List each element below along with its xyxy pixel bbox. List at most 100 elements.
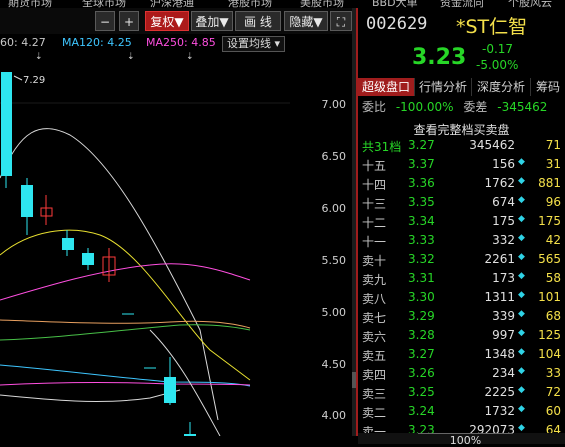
overlay-button[interactable]: 叠加▼: [191, 11, 233, 31]
level-volume: 332: [492, 233, 515, 247]
level-price: 3.27: [408, 138, 435, 152]
ma10-line: [0, 229, 251, 381]
order-book-row[interactable]: 卖三 3.25 2225 ◆ 72: [358, 385, 565, 402]
zoom-in-button[interactable]: +: [119, 11, 139, 31]
diamond-icon: ◆: [518, 404, 525, 414]
diamond-icon: ◆: [518, 385, 525, 395]
level-price: 3.28: [408, 328, 435, 342]
tab-market-analysis[interactable]: 行情分析: [415, 78, 472, 96]
ma-settings-dropdown[interactable]: 设置均线 ▾: [222, 36, 286, 52]
diamond-icon: ◆: [518, 233, 525, 243]
level-label: 卖九: [362, 273, 387, 287]
y-tick: 6.50: [321, 150, 347, 163]
full-book-link[interactable]: 查看完整档买卖盘: [358, 121, 565, 138]
nav-global[interactable]: 全球市场: [82, 0, 126, 8]
kline-chart[interactable]: 7.29: [0, 60, 290, 436]
diamond-icon: ◆: [518, 328, 525, 338]
level-volume: 2225: [484, 385, 515, 399]
level-price: 3.27: [408, 347, 435, 361]
price-change-pct: -5.00%: [476, 58, 519, 72]
order-book-row[interactable]: 共31档 3.27 345462 71: [358, 138, 565, 155]
hide-button[interactable]: 隐藏▼: [284, 11, 328, 31]
weicha-value: -345462: [497, 100, 548, 114]
diamond-icon: ◆: [518, 309, 525, 319]
diamond-icon: ◆: [518, 366, 525, 376]
order-book-row[interactable]: 十一 3.33 332 ◆ 42: [358, 233, 565, 250]
last-price: 3.23: [412, 45, 467, 70]
order-book-row[interactable]: 卖五 3.27 1348 ◆ 104: [358, 347, 565, 364]
level-price: 3.29: [408, 309, 435, 323]
order-book-row[interactable]: 十五 3.37 156 ◆ 31: [358, 157, 565, 174]
level-count: 96: [545, 195, 561, 209]
nav-connect[interactable]: 沪深港通: [150, 0, 194, 8]
ma60-line: [0, 324, 251, 341]
nav-bbd[interactable]: BBD大单: [372, 0, 418, 8]
zoom-out-button[interactable]: −: [95, 11, 115, 31]
y-tick: 4.00: [321, 409, 347, 422]
fullscreen-icon[interactable]: ⛶: [330, 11, 352, 31]
level-price: 3.24: [408, 404, 435, 418]
level-volume: 234: [492, 366, 515, 380]
level-label: 卖五: [362, 349, 387, 363]
nav-hk[interactable]: 港股市场: [228, 0, 272, 8]
level-volume: 2261: [484, 252, 515, 266]
toolbar-gap: [142, 11, 144, 31]
level-label: 十一: [362, 235, 387, 249]
ma30-line: [0, 319, 251, 329]
level-count: 72: [545, 385, 561, 399]
diamond-icon: ◆: [518, 214, 525, 224]
chart-toolbar: − + 复权▼ 叠加▼ 画 线 隐藏▼ ⛶: [0, 8, 356, 34]
level-price: 3.33: [408, 233, 435, 247]
level-label: 卖十: [362, 254, 387, 268]
diamond-icon: ◆: [518, 176, 525, 186]
level-count: 42: [545, 233, 561, 247]
y-tick: 5.00: [321, 306, 347, 319]
level-volume: 674: [492, 195, 515, 209]
nav-fundflow[interactable]: 资金流向: [440, 0, 484, 8]
diamond-icon: ◆: [518, 290, 525, 300]
weibi-value: -100.00%: [395, 100, 454, 114]
draw-line-button[interactable]: 画 线: [235, 11, 281, 31]
level-volume: 156: [492, 157, 515, 171]
candle-down: [82, 253, 94, 265]
order-book-row[interactable]: 卖八 3.30 1311 ◆ 101: [358, 290, 565, 307]
order-book-row[interactable]: 卖十 3.32 2261 ◆ 565: [358, 252, 565, 269]
level-label: 卖三: [362, 387, 387, 401]
tab-deep-analysis[interactable]: 深度分析: [472, 78, 531, 96]
order-book-row[interactable]: 十二 3.34 175 ◆ 175: [358, 214, 565, 231]
level-count: 125: [538, 328, 561, 342]
diamond-icon: ◆: [518, 347, 525, 357]
level-count: 565: [538, 252, 561, 266]
fuquan-button[interactable]: 复权▼: [145, 11, 189, 31]
level-volume: 1311: [484, 290, 515, 304]
high-price-label: 7.29: [23, 75, 45, 86]
ma120-value: MA120: 4.25: [62, 36, 132, 49]
ma-white-line: [0, 389, 181, 402]
nav-futures[interactable]: 期货市场: [8, 0, 52, 8]
ratio-percent: 100%: [418, 433, 513, 447]
tab-chips[interactable]: 筹码: [531, 78, 565, 96]
level-price: 3.26: [408, 366, 435, 380]
level-label: 十五: [362, 159, 387, 173]
order-book-row[interactable]: 十三 3.35 674 ◆ 96: [358, 195, 565, 212]
tab-super-book[interactable]: 超级盘口: [358, 78, 415, 96]
level-count: 68: [545, 309, 561, 323]
level-price: 3.32: [408, 252, 435, 266]
y-tick: 5.50: [321, 254, 347, 267]
level-label: 卖八: [362, 292, 387, 306]
order-book-row[interactable]: 卖二 3.24 1732 ◆ 60: [358, 404, 565, 421]
order-ratio: 委比 -100.00% 委差 -345462: [362, 98, 547, 115]
order-book-row[interactable]: 卖六 3.28 997 ◆ 125: [358, 328, 565, 345]
y-tick: 7.00: [321, 98, 347, 111]
level-label: 共31档: [362, 140, 402, 154]
order-book-row[interactable]: 卖四 3.26 234 ◆ 33: [358, 366, 565, 383]
order-book-row[interactable]: 卖七 3.29 339 ◆ 68: [358, 309, 565, 326]
nav-stockwind[interactable]: 个股风云: [508, 0, 552, 8]
level-label: 十二: [362, 216, 387, 230]
order-book-row[interactable]: 卖九 3.31 173 ◆ 58: [358, 271, 565, 288]
quote-tabs: 超级盘口 行情分析 深度分析 筹码: [358, 78, 565, 96]
order-book-row[interactable]: 十四 3.36 1762 ◆ 881: [358, 176, 565, 193]
ma250-value: MA250: 4.85: [146, 36, 216, 49]
nav-us[interactable]: 美股市场: [300, 0, 344, 8]
level-label: 卖二: [362, 406, 387, 420]
